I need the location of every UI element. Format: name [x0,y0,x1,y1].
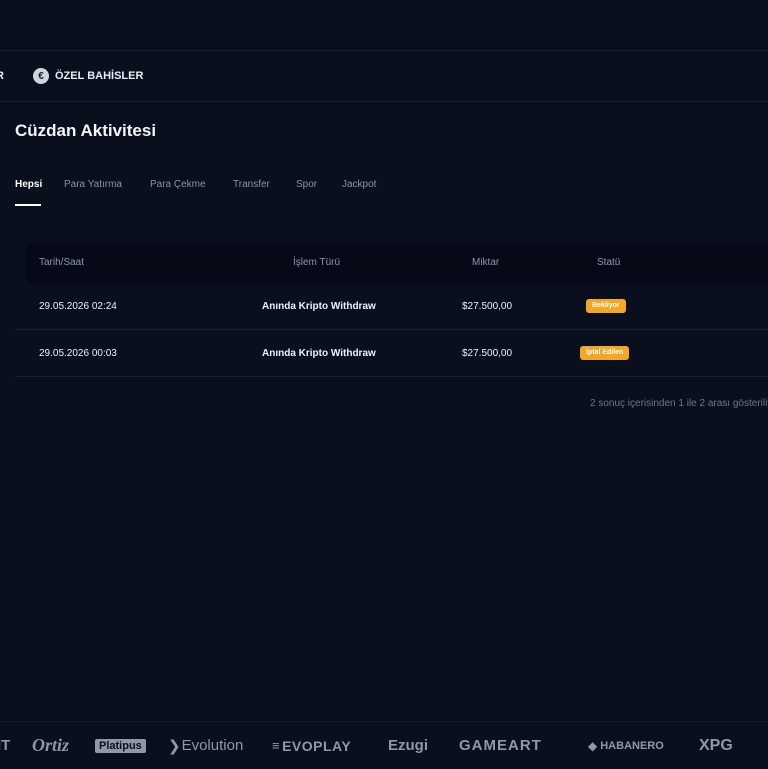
table-row: 29.05.2026 02:24 Anında Kripto Withdraw … [15,283,768,330]
provider-logo: XPG [699,736,733,754]
row-date: 29.05.2026 00:03 [39,348,117,359]
provider-logo-platipus: Platipus [95,722,146,769]
active-tab-indicator [15,204,41,206]
row-type: Anında Kripto Withdraw [262,348,376,359]
tab-deposit[interactable]: Para Yatırma [64,179,122,190]
provider-logo: GAMEART [459,737,542,754]
header-amount: Miktar [472,257,500,268]
evolution-chevron-icon: ❯ [168,737,181,755]
table-row: 29.05.2026 00:03 Anında Kripto Withdraw … [15,330,768,377]
nav-bar: R € ÖZEL BAHİSLER [0,51,768,102]
nav-item-special-bets[interactable]: € ÖZEL BAHİSLER [33,51,143,101]
row-type: Anında Kripto Withdraw [262,301,376,312]
nav-item-truncated-label: R [0,70,4,82]
provider-logo-label: EVOPLAY [282,737,352,754]
chip-icon: € [33,68,49,84]
provider-logo-evoplay: ≡ EVOPLAY [272,722,351,769]
header-type: İşlem Türü [293,257,341,268]
transactions-table: Tarih/Saat İşlem Türü Miktar Statü 29.05… [15,243,768,377]
provider-logo-label: HABANERO [600,739,664,752]
provider-logo-habanero: ◆ HABANERO [588,722,664,769]
top-bar [0,0,768,51]
provider-logo-label: Platipus [95,738,146,753]
tab-all[interactable]: Hepsi [15,179,42,190]
tab-jackpot[interactable]: Jackpot [342,179,376,190]
nav-item-special-bets-label: ÖZEL BAHİSLER [55,70,144,82]
provider-logo-evolution: ❯ Evolution [168,722,243,769]
tab-sports[interactable]: Spor [296,179,317,190]
provider-logo: Ortiz [32,735,70,755]
row-date: 29.05.2026 02:24 [39,301,117,312]
provider-logos: IT Ortiz Platipus ❯ Evolution ≡ EVOPLAY … [0,721,768,769]
header-status: Statü [597,257,621,268]
provider-logo: IT [0,737,11,754]
evoplay-mark-icon: ≡ [272,738,281,753]
habanero-pepper-icon: ◆ [588,738,598,753]
tab-withdraw[interactable]: Para Çekme [150,179,206,190]
page-title: Cüzdan Aktivitesi [15,121,157,140]
row-amount: $27.500,00 [462,348,513,359]
pagination-summary: 2 sonuç içerisinden 1 ile 2 arası göster… [590,398,768,409]
status-badge: Bekliyor [586,299,626,313]
tab-transfer[interactable]: Transfer [233,179,270,190]
provider-logo-label: Evolution [181,737,244,754]
header-date: Tarih/Saat [39,257,85,268]
status-badge: İptal Edilen [580,346,630,360]
nav-item-truncated[interactable]: R [0,51,4,101]
table-header: Tarih/Saat İşlem Türü Miktar Statü [26,243,768,283]
row-amount: $27.500,00 [462,301,513,312]
provider-logo: Ezugi [388,737,428,754]
